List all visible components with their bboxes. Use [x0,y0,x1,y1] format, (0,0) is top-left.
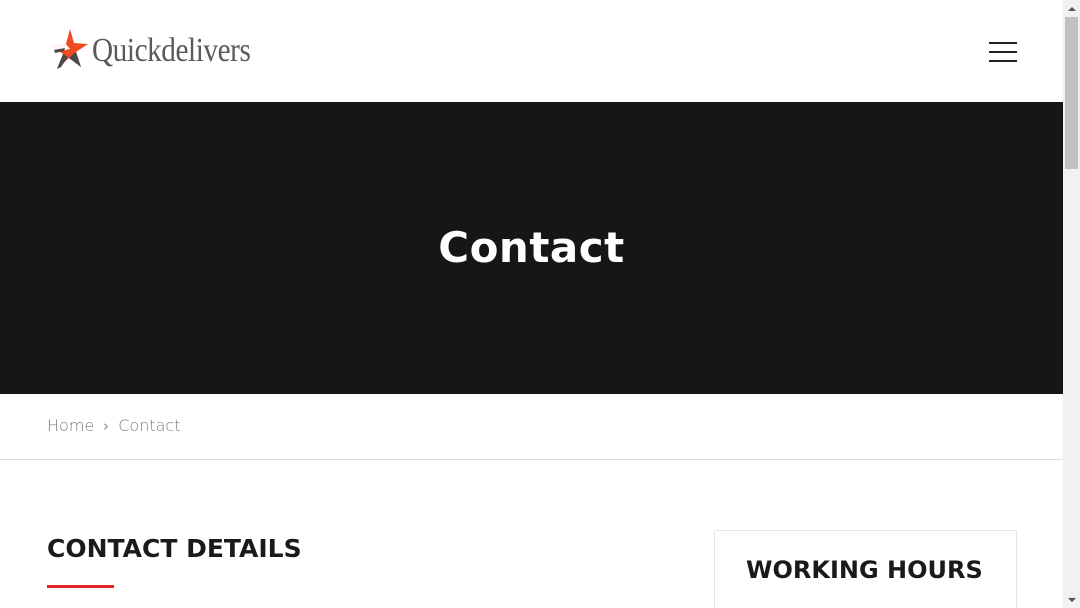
hamburger-menu-icon[interactable] [988,40,1018,64]
logo-text: Quickdelivers [92,32,251,69]
menu-line [989,42,1017,44]
menu-line [989,60,1017,62]
breadcrumb: Home › Contact [47,416,181,435]
breadcrumb-current: Contact [118,416,181,435]
menu-line [989,51,1017,53]
breadcrumb-bar: Home › Contact [0,394,1063,460]
site-header: Quickdelivers [0,0,1063,102]
logo-star-icon [52,29,88,69]
contact-details-heading: CONTACT DETAILS [47,534,302,563]
scroll-up-arrow-icon[interactable] [1063,0,1080,17]
working-hours-card: WORKING HOURS [714,530,1017,608]
working-hours-heading: WORKING HOURS [746,556,983,584]
heading-underline-divider [47,585,114,588]
hero-banner: Contact [0,102,1063,394]
site-logo[interactable]: Quickdelivers [52,26,276,76]
page-title: Contact [438,223,625,272]
scrollbar-thumb[interactable] [1065,17,1078,169]
breadcrumb-separator-icon: › [103,416,110,435]
breadcrumb-home-link[interactable]: Home [47,416,94,435]
vertical-scrollbar[interactable] [1063,0,1080,608]
page: Quickdelivers Contact Home › Contact CON… [0,0,1063,608]
scroll-down-arrow-icon[interactable] [1063,591,1080,608]
